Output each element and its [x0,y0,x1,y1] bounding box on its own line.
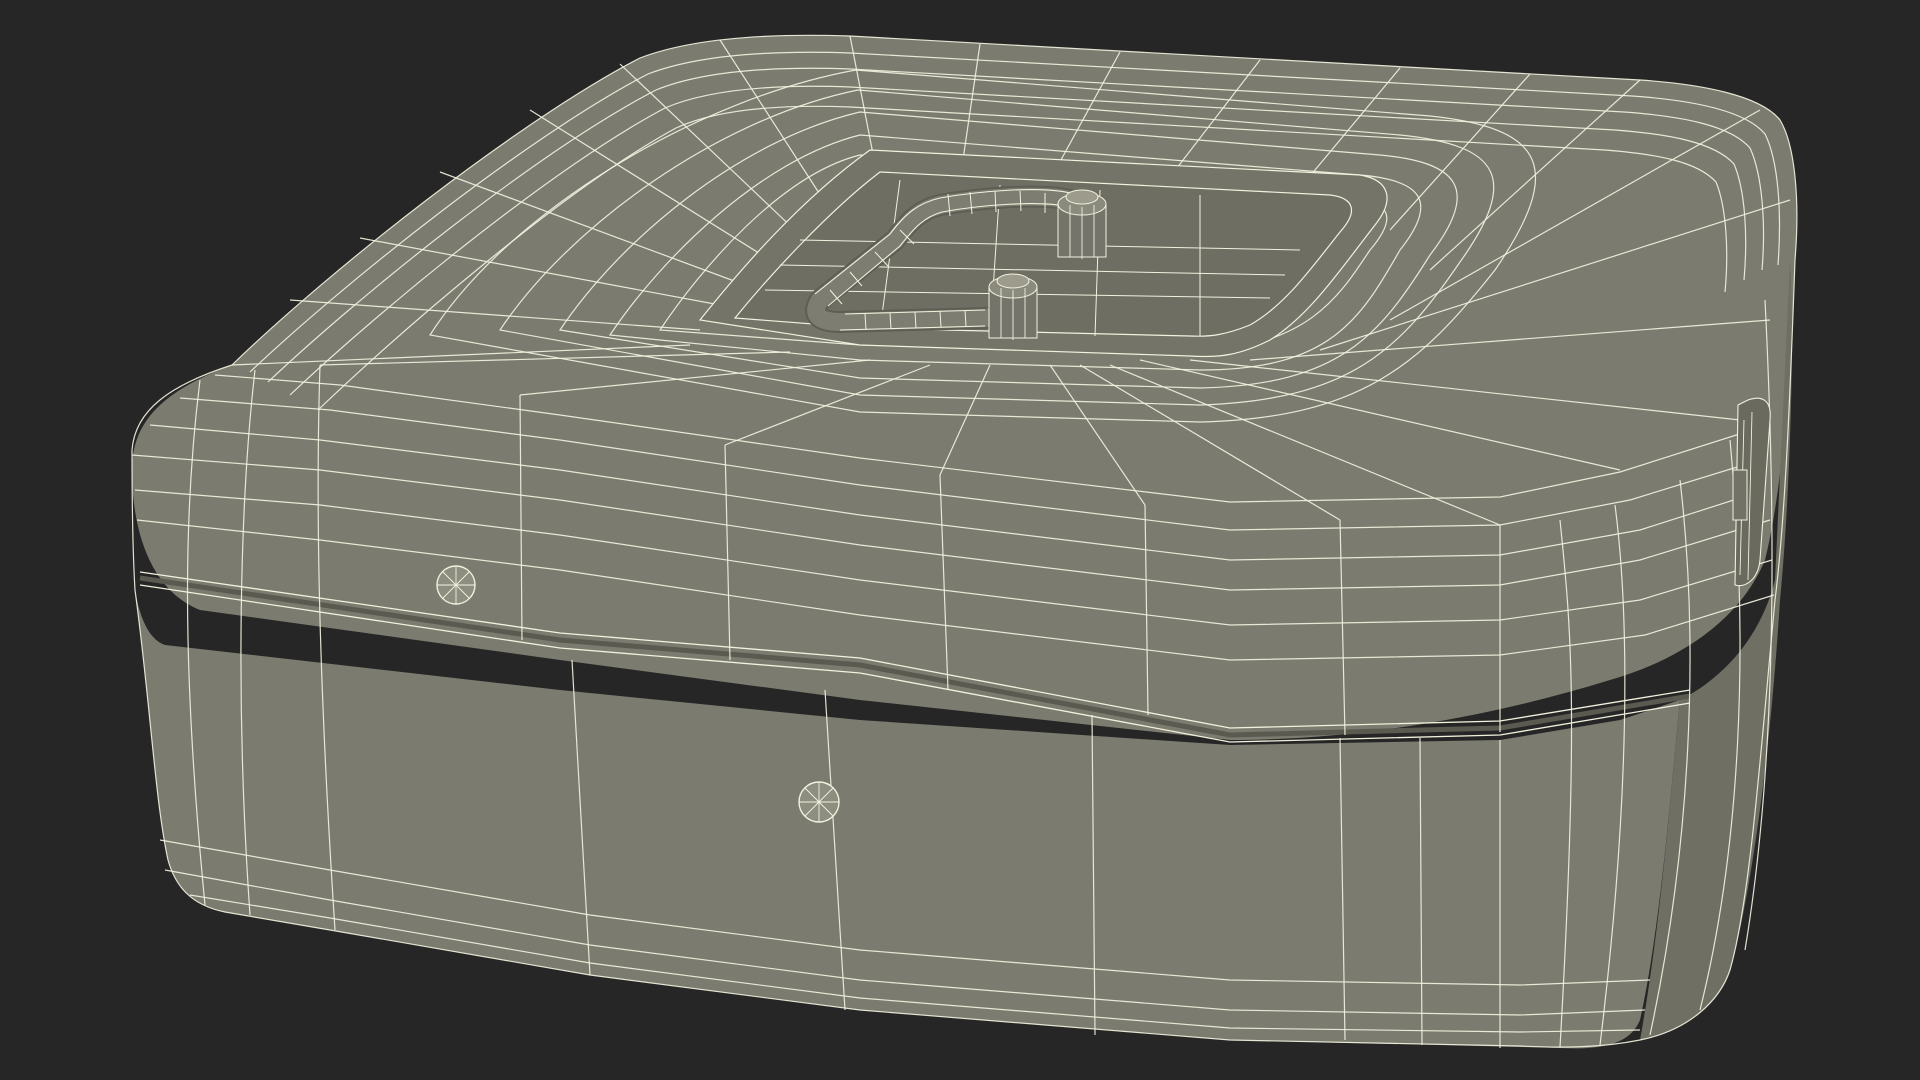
wireframe-render [131,34,1798,1049]
handle-post-left [988,273,1038,340]
box-lid-top [132,35,1797,740]
screw-lower [798,781,840,823]
render-viewport [0,0,1920,1080]
handle-post-right [1057,189,1107,259]
screw-upper [436,565,476,605]
